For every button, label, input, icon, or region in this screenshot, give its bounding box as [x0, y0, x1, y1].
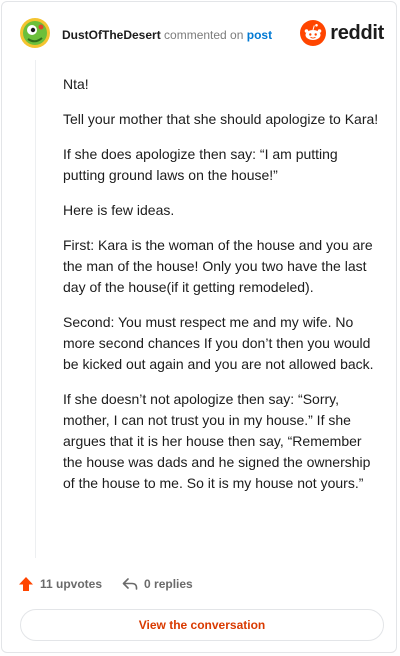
- upvote-arrow-icon: [19, 577, 33, 591]
- commented-on-text: commented on: [160, 28, 247, 42]
- upvote-count: 11 upvotes: [40, 577, 103, 591]
- user-avatar[interactable]: [20, 18, 50, 48]
- author-name[interactable]: DustOfTheDesert: [62, 28, 161, 42]
- comment-paragraph: Here is few ideas.: [63, 202, 175, 218]
- reply-button[interactable]: 0 replies: [122, 576, 193, 592]
- reddit-logo[interactable]: reddit: [300, 20, 384, 46]
- reply-arrow-icon: [122, 578, 138, 590]
- upvote-button[interactable]: 11 upvotes: [18, 576, 102, 592]
- comment-paragraph: First: Kara is the woman of the house an…: [63, 237, 373, 295]
- comment-paragraph: If she doesn’t not apologize then say: “…: [63, 391, 371, 491]
- comment-body: Nta! Tell your mother that she should ap…: [63, 74, 383, 508]
- comment-embed-card: DustOfTheDesert commented on post reddit…: [1, 1, 397, 653]
- comment-paragraph: Nta!: [63, 76, 89, 92]
- comment-paragraph: Second: You must respect me and my wife.…: [63, 314, 374, 372]
- reddit-snoo-icon: [300, 20, 327, 46]
- comment-header: DustOfTheDesert commented on post reddit: [20, 16, 384, 56]
- reply-count: 0 replies: [144, 577, 193, 591]
- comment-paragraph: Tell your mother that she should apologi…: [63, 111, 379, 127]
- reddit-wordmark: reddit: [330, 21, 384, 44]
- byline: DustOfTheDesert commented on post: [62, 28, 272, 42]
- post-link[interactable]: post: [247, 28, 272, 42]
- view-conversation-button[interactable]: View the conversation: [20, 609, 384, 641]
- thread-line[interactable]: [35, 60, 36, 558]
- comment-actions: 11 upvotes 0 replies: [18, 574, 213, 594]
- comment-paragraph: If she does apologize then say: “I am pu…: [63, 146, 338, 183]
